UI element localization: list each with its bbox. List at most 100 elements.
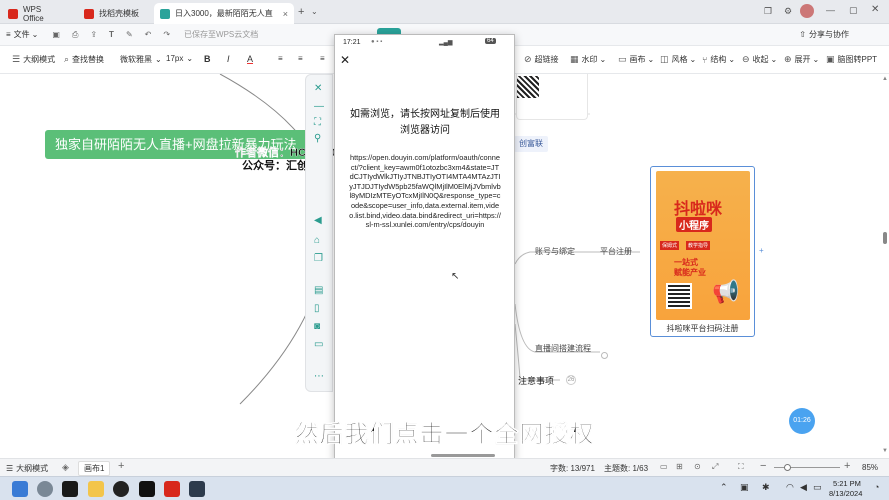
fullscreen-icon[interactable]: ⛶ — [314, 117, 321, 128]
align-right-icon[interactable]: ≡ — [320, 54, 325, 63]
topic-node-notes[interactable]: 注意事项 — [518, 374, 554, 387]
speaker-icon[interactable]: ◀ — [800, 482, 807, 493]
link-icon: ⊘ — [524, 54, 532, 64]
home-icon[interactable]: ⌂ — [314, 235, 320, 246]
grid-icon[interactable]: ⊞ — [676, 462, 683, 471]
print-icon[interactable]: ⎙ — [72, 30, 78, 40]
tray-app-icon[interactable]: ▣ — [740, 482, 749, 493]
taskbar-date[interactable]: 8/13/2024 — [829, 489, 862, 498]
find-replace-button[interactable]: ⌕ 查找替换 — [64, 54, 104, 65]
canvas-page-tab[interactable]: 画布1 — [78, 461, 111, 476]
terminal-app-icon[interactable] — [62, 481, 78, 497]
phone-icon[interactable]: ▯ — [314, 303, 320, 314]
font-size-select[interactable]: 17px ⌄ — [166, 54, 193, 63]
tray-bluetooth-icon[interactable]: ✱ — [762, 482, 770, 493]
hyperlink-button[interactable]: ⊘ 超链接 — [524, 54, 559, 65]
camera-icon[interactable]: ◙ — [314, 321, 320, 332]
collapse-button[interactable]: ⊖ 收起 ⌄ — [742, 54, 777, 65]
minimize-icon[interactable]: — — [826, 5, 835, 15]
topic-node-platform[interactable]: 平台注册 — [600, 246, 632, 257]
settings-app-icon[interactable] — [37, 481, 53, 497]
restore-icon[interactable]: ❐ — [764, 6, 772, 17]
export-icon[interactable]: ⇪ — [90, 30, 97, 39]
topic-node-live-setup[interactable]: 直播间搭建流程 — [535, 343, 591, 354]
undo-icon[interactable]: ↶ — [145, 30, 152, 39]
add-node-icon[interactable]: + — [759, 246, 764, 255]
watermark-button[interactable]: ▦ 水印 ⌄ — [570, 54, 606, 65]
style-button[interactable]: ◫ 风格 ⌄ — [660, 54, 696, 65]
volume-icon[interactable]: ◀ — [314, 215, 322, 226]
align-center-icon[interactable]: ≡ — [298, 54, 303, 63]
pin-icon[interactable]: ⚲ — [314, 133, 321, 144]
folder-icon[interactable]: ▭ — [314, 339, 323, 350]
notification-icon[interactable]: ◔ — [874, 482, 879, 492]
poster-card-node[interactable]: 抖啦咪 小程序 保姆式 教学指导 一站式 赋能产业 📢 抖啦咪平台扫码注册 — [650, 166, 755, 337]
screen-recorder-icon[interactable] — [189, 481, 205, 497]
outline-mode-button[interactable]: ☰ 大纲模式 — [12, 54, 55, 65]
mindmap-to-ppt-button[interactable]: ▣ 脑图转PPT — [826, 54, 877, 65]
chevron-down-icon[interactable]: ⌄ — [311, 7, 318, 16]
wps-app-icon[interactable] — [164, 481, 180, 497]
font-family-select[interactable]: 微软雅黑 ⌄ — [120, 54, 162, 65]
vertical-scrollbar[interactable] — [883, 232, 887, 244]
brush-icon[interactable]: ✎ — [126, 30, 133, 39]
oauth-url-text[interactable]: https://open.douyin.com/platform/oauth/c… — [349, 153, 501, 230]
file-explorer-icon[interactable] — [88, 481, 104, 497]
format-painter-icon[interactable]: T — [109, 30, 114, 39]
zoom-out-icon[interactable]: − — [760, 460, 766, 472]
more-icon[interactable]: ⋯ — [314, 371, 324, 382]
locate-icon[interactable]: ⊙ — [694, 462, 701, 471]
outline-mode-toggle[interactable]: ☰ 大纲模式 — [6, 463, 48, 474]
menu-file[interactable]: ≡ 文件 ⌄ — [6, 29, 38, 40]
fit-icon[interactable]: ⤢ — [712, 462, 718, 472]
battery-icon[interactable]: ▭ — [813, 482, 822, 493]
close-icon[interactable]: ✕ — [340, 53, 350, 67]
gesture-bar[interactable] — [431, 454, 495, 457]
align-left-icon[interactable]: ≡ — [278, 54, 283, 63]
expand-button[interactable]: ⊕ 展开 ⌄ — [784, 54, 819, 65]
os-taskbar: ⌃ ▣ ✱ ◠ ◀ ▭ 5:21 PM 8/13/2024 ◔ — [0, 476, 889, 500]
zoom-in-icon[interactable]: + — [844, 460, 850, 472]
media-app-icon[interactable] — [113, 481, 129, 497]
close-icon[interactable]: ✕ — [314, 83, 322, 94]
zoom-level[interactable]: 85% — [862, 463, 878, 472]
topic-node-account[interactable]: 账号与绑定 — [535, 246, 575, 257]
start-icon[interactable] — [12, 481, 28, 497]
fullscreen-icon[interactable]: ⛶ — [738, 462, 744, 472]
close-tab-icon[interactable]: × — [277, 9, 288, 19]
collapsed-count-badge[interactable]: 26 — [566, 375, 576, 385]
layers-icon[interactable]: ◈ — [62, 462, 69, 473]
tab-document[interactable]: 日入3000，最新陌陌无人直播网… × — [154, 3, 294, 24]
capcut-icon[interactable] — [139, 481, 155, 497]
save-icon[interactable]: ▣ — [52, 30, 60, 39]
bold-button[interactable]: B — [204, 54, 211, 64]
minimize-icon[interactable]: — — [314, 101, 324, 112]
wifi-icon[interactable]: ◠ — [786, 482, 794, 493]
settings-icon[interactable]: ⚙ — [784, 6, 792, 17]
font-color-button[interactable]: A — [247, 54, 253, 64]
scroll-up-icon[interactable]: ▲ — [882, 76, 888, 82]
structure-button[interactable]: ⑂ 结构 ⌄ — [702, 54, 735, 65]
share-button[interactable]: ⇧ 分享与协作 — [799, 29, 849, 40]
keyboard-icon[interactable]: ▤ — [314, 285, 323, 296]
add-canvas-icon[interactable]: + — [118, 460, 124, 472]
topic-node-fulian[interactable]: 创富联 — [514, 136, 548, 152]
maximize-icon[interactable]: ▢ — [849, 5, 858, 16]
redo-icon[interactable]: ↷ — [163, 30, 170, 39]
collapse-dot-icon[interactable] — [601, 352, 608, 359]
new-tab-icon[interactable]: + — [298, 6, 304, 18]
close-window-icon[interactable]: ✕ — [871, 4, 879, 15]
taskbar-time[interactable]: 5:21 PM — [833, 479, 861, 488]
megaphone-icon: 📢 — [712, 279, 740, 304]
multitask-icon[interactable]: ❐ — [314, 253, 323, 264]
avatar[interactable] — [800, 4, 814, 18]
tab-wps-office[interactable]: WPS Office — [2, 3, 70, 24]
italic-button[interactable]: I — [227, 54, 230, 64]
tab-template[interactable]: 找稻壳模板 — [78, 3, 150, 24]
poster-subtitle: 小程序 — [676, 217, 712, 232]
zoom-slider-handle[interactable] — [784, 464, 791, 471]
layout-icon[interactable]: ▭ — [660, 462, 668, 471]
image-node-top[interactable] — [516, 74, 588, 120]
tray-chevron-icon[interactable]: ⌃ — [720, 482, 728, 493]
canvas-button[interactable]: ▭ 画布 ⌄ — [618, 54, 654, 65]
